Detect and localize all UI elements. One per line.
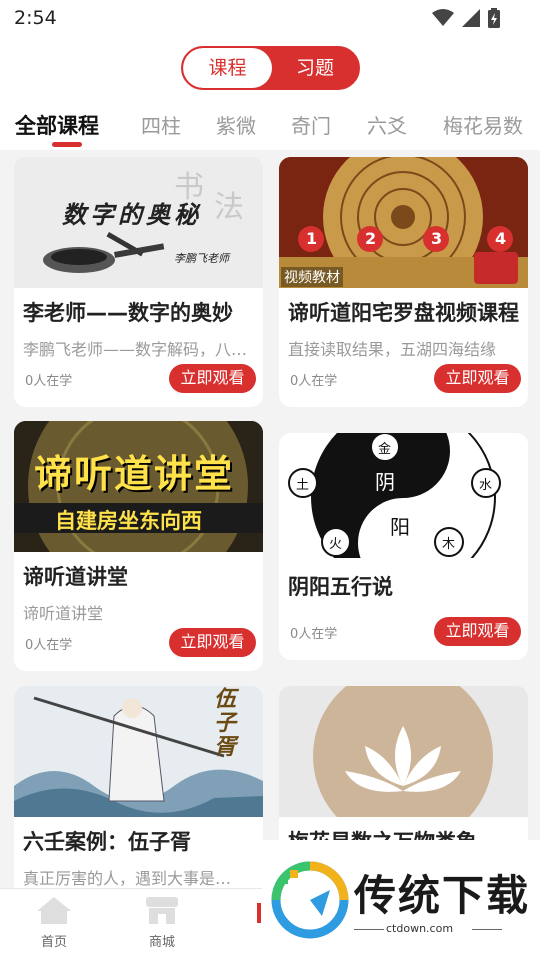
watermark-divider — [354, 929, 384, 930]
badge-2: 2 — [365, 229, 377, 248]
watermark-url: ctdown.com — [386, 922, 454, 935]
watch-now-button[interactable]: 立即观看 — [434, 364, 521, 393]
wifi-icon — [432, 9, 454, 26]
course-card[interactable]: 伍子胥 六壬案例：伍子胥 真正厉害的人，遇到大事是… — [14, 686, 263, 896]
watermark-divider — [472, 929, 502, 930]
course-card[interactable]: 谛听道讲堂 自建房坐东向西 谛听道讲堂 谛听道讲堂 0人在学 立即观看 — [14, 421, 263, 671]
badge-4: 4 — [495, 229, 507, 248]
signal-icon — [462, 9, 480, 27]
thumb-calligraphy: 伍子胥 — [214, 687, 237, 760]
course-thumbnail — [279, 686, 528, 817]
battery-icon — [488, 8, 500, 28]
element-fire: 火 — [329, 537, 343, 552]
thumb-label: 视频教材 — [281, 267, 343, 287]
course-card[interactable]: 书 法 数字的奥秘 李鹏飞老师 李老师——数字的奥妙 李鹏飞老师——数字解码，八… — [14, 157, 263, 407]
nav-shop-label: 商城 — [148, 935, 175, 950]
course-subtitle: 直接读取结果，五湖四海结缘 — [288, 340, 497, 359]
course-subtitle: 李鹏飞老师——数字解码，八卦… — [23, 340, 255, 359]
header: 课程 习题 全部课程 四柱 紫微 奇门 六爻 梅花易数 — [0, 36, 540, 150]
tab-liuyao[interactable]: 六爻 — [367, 110, 407, 139]
course-title: 谛听道阳宅罗盘视频课程 — [288, 301, 519, 325]
course-card[interactable]: 阴 阳 金 水 木 火 土 阴阳五行说 0人在学 立即观看 — [279, 433, 528, 660]
learner-count: 0人在学 — [290, 627, 338, 642]
tab-qimen[interactable]: 奇门 — [291, 110, 331, 139]
element-wood: 木 — [442, 537, 456, 552]
segment-exercise[interactable]: 习题 — [272, 48, 358, 88]
element-metal: 金 — [378, 442, 392, 457]
nav-home-label: 首页 — [40, 935, 67, 950]
watermark: 传统下载 ctdown.com — [262, 840, 540, 960]
course-thumbnail: 谛听道讲堂 自建房坐东向西 — [14, 421, 263, 552]
shop-icon — [146, 897, 178, 924]
course-title: 六壬案例：伍子胥 — [23, 830, 191, 854]
learner-count: 0人在学 — [290, 374, 338, 389]
home-icon — [37, 897, 71, 924]
thumb-subheadline: 自建房坐东向西 — [55, 509, 202, 533]
learner-count: 0人在学 — [25, 374, 73, 389]
tab-meihua[interactable]: 梅花易数 — [443, 110, 523, 139]
status-time: 2:54 — [14, 7, 57, 29]
thumb-teacher: 李鹏飞老师 — [174, 252, 229, 265]
element-earth: 土 — [296, 478, 310, 493]
thumb-title: 数字的奥秘 — [62, 201, 202, 229]
course-card[interactable]: 1 2 3 4 视频教材 谛听道阳宅罗盘视频课程 直接读取结果，五湖四海结缘 0… — [279, 157, 528, 407]
tab-all-courses[interactable]: 全部课程 — [15, 110, 99, 140]
course-subtitle: 真正厉害的人，遇到大事是… — [23, 869, 232, 888]
badge-3: 3 — [431, 229, 443, 248]
course-thumbnail: 1 2 3 4 视频教材 — [279, 157, 528, 288]
course-thumbnail: 伍子胥 — [14, 686, 263, 817]
course-title: 李老师——数字的奥妙 — [23, 301, 233, 325]
watch-now-button[interactable]: 立即观看 — [169, 628, 256, 657]
yang-label: 阳 — [390, 515, 410, 539]
watch-now-button[interactable]: 立即观看 — [434, 617, 521, 646]
element-water: 水 — [479, 478, 493, 493]
badge-1: 1 — [306, 229, 318, 248]
tab-indicator — [52, 142, 82, 147]
learner-count: 0人在学 — [25, 638, 73, 653]
course-thumbnail: 书 法 数字的奥秘 李鹏飞老师 — [14, 157, 263, 288]
svg-text:法: 法 — [214, 190, 244, 225]
segment-course[interactable]: 课程 — [183, 48, 272, 88]
course-subtitle: 谛听道讲堂 — [23, 604, 104, 623]
nav-shop[interactable]: 商城 — [122, 895, 202, 950]
course-exercise-switch: 课程 习题 — [181, 46, 360, 90]
watermark-logo-icon — [271, 861, 349, 939]
watermark-title: 传统下载 — [354, 871, 531, 920]
tab-sizhu[interactable]: 四柱 — [141, 110, 181, 139]
course-title: 谛听道讲堂 — [23, 565, 128, 589]
course-title: 阴阳五行说 — [288, 575, 393, 599]
nav-home[interactable]: 首页 — [14, 895, 94, 950]
yin-label: 阴 — [375, 470, 395, 494]
status-icons — [432, 8, 500, 28]
watch-now-button[interactable]: 立即观看 — [169, 364, 256, 393]
status-bar: 2:54 — [0, 0, 540, 36]
course-thumbnail: 阴 阳 金 水 木 火 土 — [279, 433, 528, 558]
thumb-headline: 谛听道讲堂 — [34, 452, 235, 496]
tab-ziwei[interactable]: 紫微 — [216, 110, 256, 139]
